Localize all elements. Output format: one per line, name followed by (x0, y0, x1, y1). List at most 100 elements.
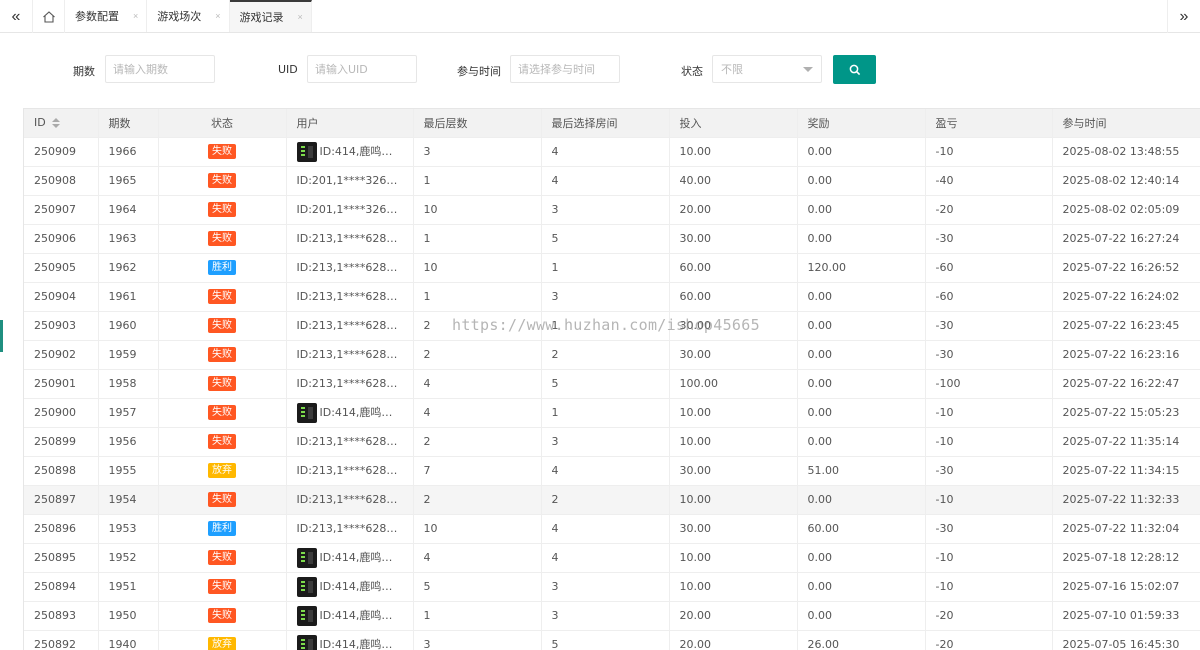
table-row[interactable]: 250892 1940 放弃 ID:414,鹿鸣游… 3 5 20.00 26.00 -20 20… (24, 630, 1200, 650)
cell-id: 250899 (24, 427, 99, 457)
cell-last-layer: 7 (413, 456, 542, 486)
cell-bet: 60.00 (669, 282, 798, 312)
cell-user: ID:414,鹿鸣游… (286, 630, 414, 650)
column-header-id[interactable]: ID (24, 109, 99, 138)
cell-last-room: 3 (541, 572, 670, 602)
cell-reward: 0.00 (797, 224, 926, 254)
cell-bet: 60.00 (669, 253, 798, 283)
cell-profit: -10 (925, 543, 1053, 573)
cell-last-layer: 10 (413, 253, 542, 283)
table-row[interactable]: 250902 1959 失败 ID:213,1****628541… 2 2 30.00 0.… (24, 340, 1200, 370)
cell-bet: 10.00 (669, 427, 798, 457)
column-header-last-layer: 最后层数 (413, 109, 542, 138)
cell-reward: 0.00 (797, 166, 926, 196)
cell-last-room: 3 (541, 282, 670, 312)
cell-profit: -20 (925, 195, 1053, 225)
status-select[interactable]: 不限 (712, 55, 822, 83)
user-text: ID:213,1****628541… (296, 232, 413, 245)
cell-period: 1965 (98, 166, 159, 196)
table-body: 250909 1966 失败 ID:414,鹿鸣游… 3 4 10.00 0.00 -10 202… (24, 137, 1200, 650)
user-text: ID:414,鹿鸣游… (319, 144, 404, 158)
cell-last-room: 4 (541, 166, 670, 196)
cell-bet: 10.00 (669, 572, 798, 602)
tab-game-sessions[interactable]: 游戏场次 × (147, 0, 230, 32)
status-badge: 失败 (208, 173, 236, 188)
scroll-right-button[interactable]: » (1167, 0, 1200, 33)
status-badge: 胜利 (208, 521, 236, 536)
cell-time: 2025-08-02 13:48:55 (1052, 137, 1200, 167)
cell-last-layer: 4 (413, 543, 542, 573)
table-row[interactable]: 250907 1964 失败 ID:201,1****32659@… 10 3 20.00 0… (24, 195, 1200, 225)
table-row[interactable]: 250904 1961 失败 ID:213,1****628541… 1 3 60.00 0.… (24, 282, 1200, 312)
column-header-status: 状态 (158, 109, 287, 138)
cell-profit: -30 (925, 514, 1053, 544)
cell-last-room: 4 (541, 514, 670, 544)
table-row[interactable]: 250900 1957 失败 ID:414,鹿鸣游… 4 1 10.00 0.00 -10 202… (24, 398, 1200, 428)
table-row[interactable]: 250905 1962 胜利 ID:213,1****628541… 10 1 60.00 1… (24, 253, 1200, 283)
cell-user: ID:201,1****32659@… (286, 166, 414, 196)
cell-profit: -20 (925, 630, 1053, 650)
cell-bet: 10.00 (669, 398, 798, 428)
cell-time: 2025-08-02 12:40:14 (1052, 166, 1200, 196)
search-button[interactable] (833, 55, 876, 84)
close-icon[interactable]: × (133, 11, 138, 21)
double-chevron-right-icon: » (1179, 7, 1189, 25)
uid-input[interactable] (307, 55, 417, 83)
cell-time: 2025-07-16 15:02:07 (1052, 572, 1200, 602)
cell-last-room: 4 (541, 456, 670, 486)
table-row[interactable]: 250898 1955 放弃 ID:213,1****628541… 7 4 30.00 51… (24, 456, 1200, 486)
cell-id: 250906 (24, 224, 99, 254)
table-row[interactable]: 250895 1952 失败 ID:414,鹿鸣游… 4 4 10.00 0.00 -10 202… (24, 543, 1200, 573)
records-table: ID 期数 状态 用户 最后层数 最后选择房间 投入 奖励 盈亏 参与时间 25… (23, 108, 1200, 650)
table-row[interactable]: 250894 1951 失败 ID:414,鹿鸣游… 5 3 10.00 0.00 -10 202… (24, 572, 1200, 602)
table-row[interactable]: 250906 1963 失败 ID:213,1****628541… 1 5 30.00 0.… (24, 224, 1200, 254)
cell-status: 胜利 (158, 253, 287, 283)
avatar (296, 634, 317, 650)
tab-game-records[interactable]: 游戏记录 × (229, 0, 312, 32)
avatar (296, 402, 317, 423)
table-row[interactable]: 250899 1956 失败 ID:213,1****628541… 2 3 10.00 0.… (24, 427, 1200, 457)
cell-period: 1958 (98, 369, 159, 399)
scroll-left-button[interactable]: « (0, 0, 33, 33)
table-row[interactable]: 250893 1950 失败 ID:414,鹿鸣游… 1 3 20.00 0.00 -20 202… (24, 601, 1200, 631)
cell-bet: 10.00 (669, 543, 798, 573)
cell-id: 250904 (24, 282, 99, 312)
cell-time: 2025-07-10 01:59:33 (1052, 601, 1200, 631)
table-row[interactable]: 250909 1966 失败 ID:414,鹿鸣游… 3 4 10.00 0.00 -10 202… (24, 137, 1200, 167)
cell-last-layer: 2 (413, 485, 542, 515)
cell-id: 250902 (24, 340, 99, 370)
table-row[interactable]: 250908 1965 失败 ID:201,1****32659@… 1 4 40.00 0.… (24, 166, 1200, 196)
cell-last-room: 3 (541, 427, 670, 457)
sort-icon[interactable] (51, 118, 60, 129)
avatar (296, 576, 317, 597)
home-tab[interactable] (33, 0, 65, 33)
close-icon[interactable]: × (215, 11, 220, 21)
column-header-time: 参与时间 (1052, 109, 1200, 138)
cell-last-layer: 10 (413, 514, 542, 544)
cell-id: 250901 (24, 369, 99, 399)
tab-label: 参数配置 (75, 10, 119, 23)
status-badge: 胜利 (208, 260, 236, 275)
cell-id: 250903 (24, 311, 99, 341)
cell-period: 1959 (98, 340, 159, 370)
table-row[interactable]: 250901 1958 失败 ID:213,1****628541… 4 5 100.00 0… (24, 369, 1200, 399)
close-icon[interactable]: × (298, 12, 303, 22)
cell-user: ID:213,1****628541… (286, 514, 414, 544)
table-row[interactable]: 250903 1960 失败 ID:213,1****628541… 2 1 30.00 0.… (24, 311, 1200, 341)
user-text: ID:213,1****628541… (296, 493, 413, 506)
user-text: ID:414,鹿鸣游… (319, 579, 404, 593)
status-badge: 失败 (208, 550, 236, 565)
period-input[interactable] (105, 55, 215, 83)
cell-period: 1950 (98, 601, 159, 631)
tab-params[interactable]: 参数配置 × (65, 0, 148, 32)
cell-last-layer: 10 (413, 195, 542, 225)
cell-id: 250897 (24, 485, 99, 515)
user-text: ID:213,1****628541… (296, 464, 413, 477)
cell-time: 2025-07-05 16:45:30 (1052, 630, 1200, 650)
cell-time: 2025-08-02 02:05:09 (1052, 195, 1200, 225)
cell-time: 2025-07-22 16:26:52 (1052, 253, 1200, 283)
table-row[interactable]: 250897 1954 失败 ID:213,1****628541… 2 2 10.00 0.… (24, 485, 1200, 515)
table-row[interactable]: 250896 1953 胜利 ID:213,1****628541… 10 4 30.00 6… (24, 514, 1200, 544)
time-input[interactable] (510, 55, 620, 83)
status-badge: 放弃 (208, 637, 236, 650)
